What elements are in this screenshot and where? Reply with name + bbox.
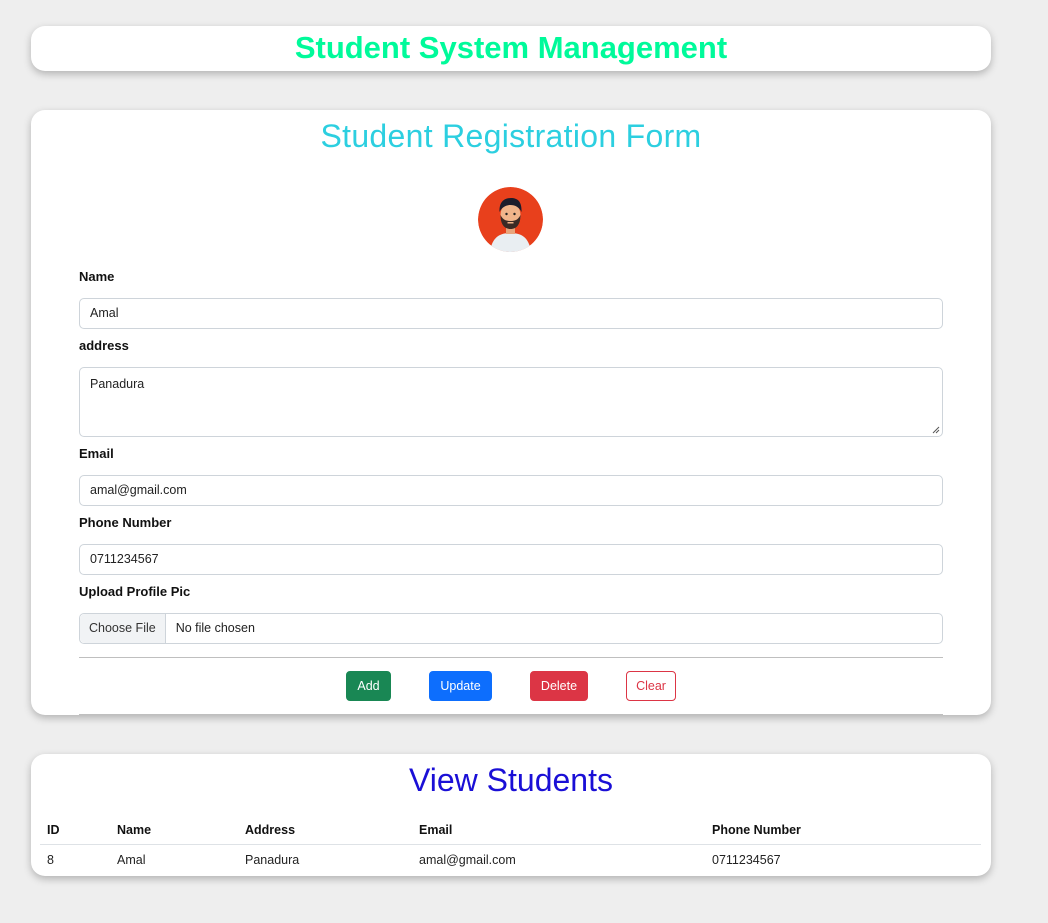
file-status-text: No file chosen xyxy=(175,621,255,635)
app-title: Student System Management xyxy=(294,30,728,65)
delete-button[interactable]: Delete xyxy=(530,671,588,701)
column-header-email: Email xyxy=(412,816,705,845)
name-input[interactable]: Amal xyxy=(79,298,943,329)
column-header-id: ID xyxy=(40,816,110,845)
phone-input-value: 0711234567 xyxy=(90,552,159,566)
column-header-name: Name xyxy=(110,816,238,845)
address-label: address xyxy=(79,338,129,353)
students-table: ID Name Address Email Phone Number 8 Ama… xyxy=(40,816,981,876)
phone-label: Phone Number xyxy=(79,515,172,530)
view-students-title: View Students xyxy=(409,762,613,798)
divider-bottom xyxy=(79,714,943,715)
divider xyxy=(79,657,943,658)
resize-grip-icon[interactable] xyxy=(932,426,940,434)
upload-label: Upload Profile Pic xyxy=(79,584,191,599)
name-input-value: Amal xyxy=(90,306,119,320)
cell-name: Amal xyxy=(117,853,146,868)
cell-address: Panadura xyxy=(245,853,300,868)
table-row[interactable]: 8 Amal Panadura amal@gmail.com 071123456… xyxy=(40,844,981,876)
clear-button[interactable]: Clear xyxy=(626,671,676,701)
cell-phone: 0711234567 xyxy=(712,853,781,868)
name-label: Name xyxy=(79,269,115,284)
table-header-row: ID Name Address Email Phone Number xyxy=(40,816,981,845)
registration-form-card: Student Registration Form Name Amal addr… xyxy=(31,110,991,715)
profile-pic-file-input[interactable]: Choose File No file chosen xyxy=(79,613,943,644)
view-students-card: View Students ID Name Address Email Phon… xyxy=(31,754,991,876)
column-header-address: Address xyxy=(238,816,412,845)
choose-file-button[interactable]: Choose File xyxy=(80,614,166,643)
cell-id: 8 xyxy=(47,853,54,868)
cell-email: amal@gmail.com xyxy=(419,853,516,868)
phone-input[interactable]: 0711234567 xyxy=(79,544,943,575)
email-label: Email xyxy=(79,446,114,461)
avatar-icon xyxy=(478,187,543,252)
column-header-phone: Phone Number xyxy=(705,816,981,845)
email-input-value: amal@gmail.com xyxy=(90,483,187,497)
address-textarea[interactable]: Panadura xyxy=(79,367,943,437)
address-textarea-value: Panadura xyxy=(90,377,145,391)
update-button[interactable]: Update xyxy=(429,671,492,701)
email-input[interactable]: amal@gmail.com xyxy=(79,475,943,506)
form-title: Student Registration Form xyxy=(320,118,702,154)
header-card: Student System Management xyxy=(31,26,991,71)
add-button[interactable]: Add xyxy=(346,671,391,701)
